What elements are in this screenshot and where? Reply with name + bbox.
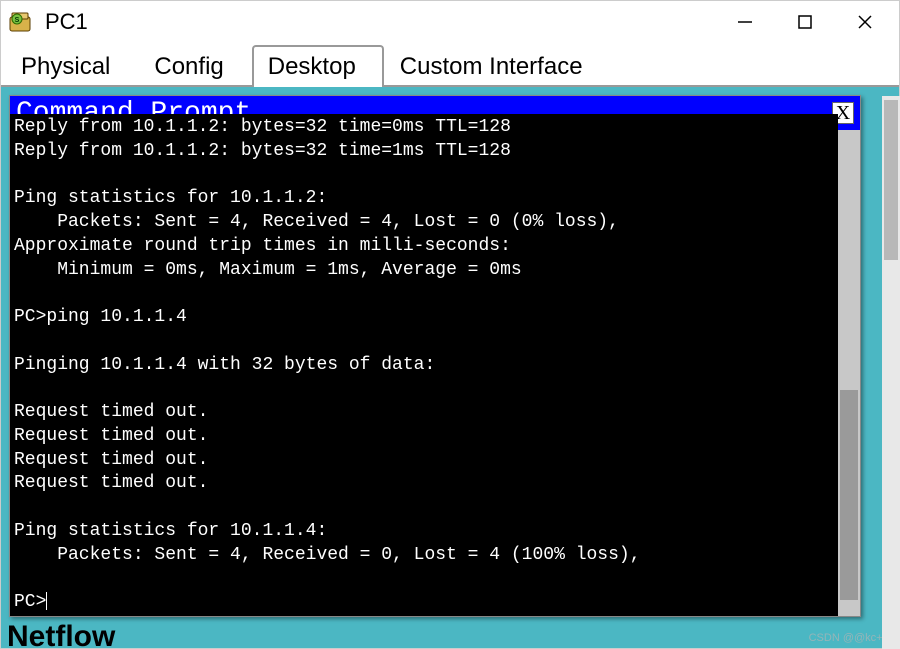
desktop-app-label: Netflow [7, 620, 115, 648]
terminal-cursor [46, 592, 47, 610]
window-scrollbar-thumb[interactable] [884, 100, 898, 260]
svg-text:S: S [15, 17, 20, 24]
titlebar: S PC1 [1, 1, 899, 43]
desktop-area: Command Prompt X Reply from 10.1.1.2: by… [1, 87, 899, 648]
tab-custom[interactable]: Custom Interface [384, 45, 611, 87]
command-prompt-window: Command Prompt X Reply from 10.1.1.2: by… [9, 95, 861, 617]
window-scrollbar[interactable] [882, 96, 900, 649]
tab-physical[interactable]: Physical [5, 45, 138, 87]
terminal-scrollbar[interactable] [838, 130, 860, 616]
app-window: S PC1 Physical Config Desktop Custom Int… [0, 0, 900, 649]
window-title: PC1 [45, 9, 715, 35]
watermark: CSDN @@kc++ [809, 632, 889, 644]
tab-config[interactable]: Config [138, 45, 251, 87]
window-controls [715, 1, 895, 43]
close-button[interactable] [835, 1, 895, 43]
tab-bar: Physical Config Desktop Custom Interface [1, 43, 899, 87]
tab-desktop[interactable]: Desktop [252, 45, 384, 87]
minimize-button[interactable] [715, 1, 775, 43]
maximize-button[interactable] [775, 1, 835, 43]
terminal-scrollbar-thumb[interactable] [840, 390, 858, 600]
terminal-wrap: Reply from 10.1.1.2: bytes=32 time=0ms T… [10, 130, 860, 616]
pc-icon: S [9, 9, 35, 35]
terminal-output[interactable]: Reply from 10.1.1.2: bytes=32 time=0ms T… [10, 114, 838, 616]
